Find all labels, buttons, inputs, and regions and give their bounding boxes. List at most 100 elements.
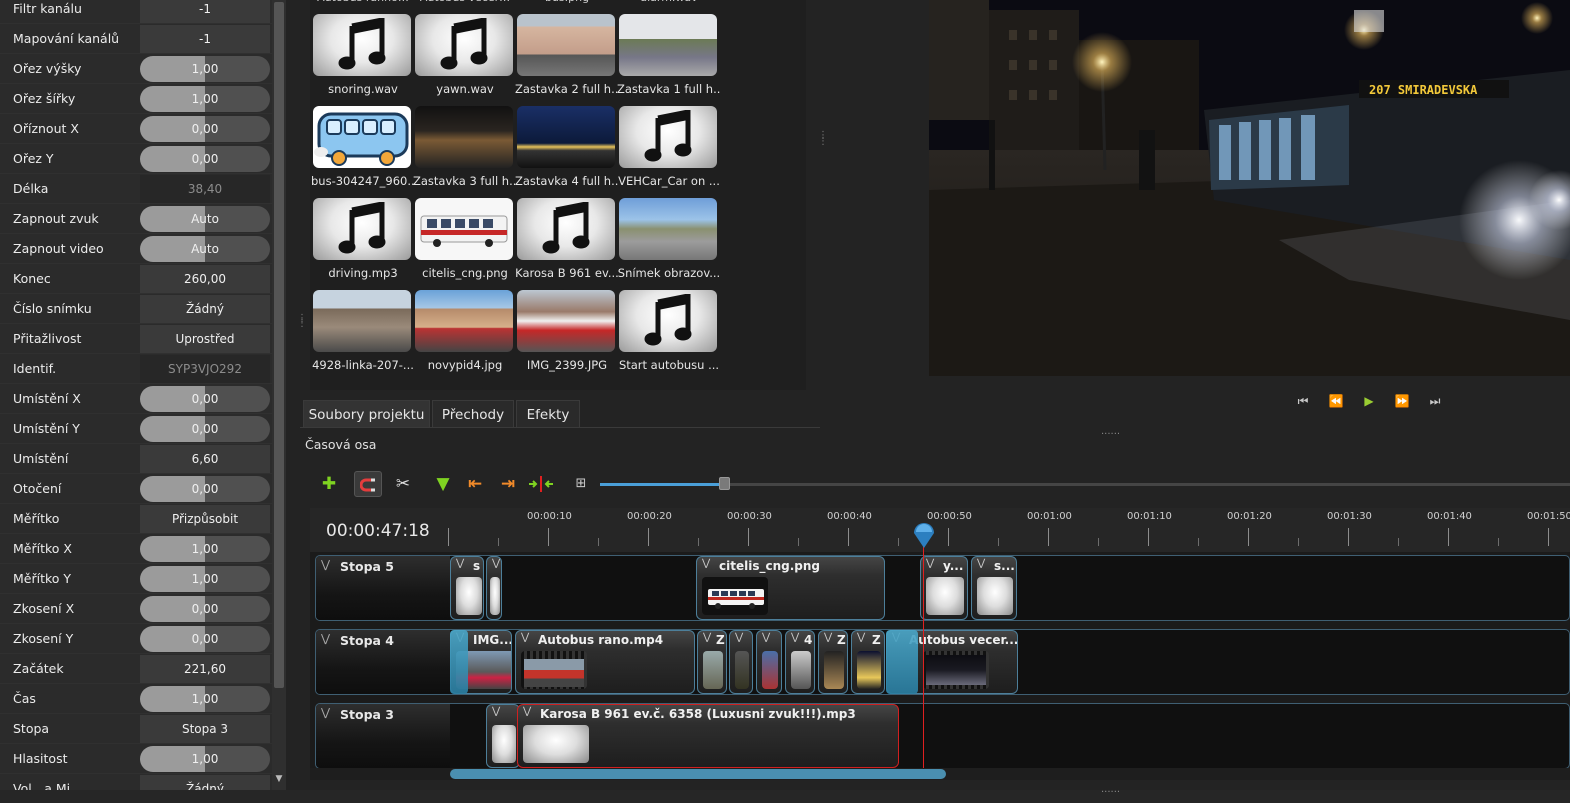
property-row[interactable]: Ořez šířky 1,00 bbox=[0, 84, 272, 114]
files-preview-splitter[interactable]: ⋮ ⋮ bbox=[818, 131, 828, 147]
property-row[interactable]: Umístění X 0,00 bbox=[0, 384, 272, 414]
file-item[interactable]: 4928-linka-207-... bbox=[312, 290, 414, 380]
fast-forward-icon[interactable]: ⏩ bbox=[1392, 392, 1412, 410]
file-name-partial[interactable]: Autobus ranno… bbox=[313, 0, 413, 4]
chevron-down-icon[interactable]: ⋁ bbox=[492, 706, 500, 717]
tab-effects[interactable]: Efekty bbox=[516, 400, 580, 428]
chevron-down-icon[interactable]: ⋁ bbox=[977, 558, 985, 569]
property-row[interactable]: Ořez Y 0,00 bbox=[0, 144, 272, 174]
file-item[interactable]: VEHCar_Car on ... bbox=[618, 106, 720, 196]
add-marker-icon[interactable]: ▼ bbox=[429, 471, 457, 497]
file-item[interactable]: Zastavka 4 full h... bbox=[515, 106, 619, 196]
jump-start-icon[interactable]: ⏮ bbox=[1293, 392, 1313, 410]
chevron-down-icon[interactable]: ⋁ bbox=[702, 558, 710, 569]
transition-block[interactable] bbox=[886, 630, 918, 694]
properties-scrollbar[interactable] bbox=[272, 0, 286, 790]
property-row[interactable]: Čas 1,00 bbox=[0, 684, 272, 714]
tab-transitions[interactable]: Přechody bbox=[432, 400, 514, 428]
property-row[interactable]: Zapnout video Auto bbox=[0, 234, 272, 264]
properties-scroll-thumb[interactable] bbox=[274, 2, 284, 688]
timeline-scroll-thumb[interactable] bbox=[450, 769, 946, 779]
property-row[interactable]: Měřítko Y 1,00 bbox=[0, 564, 272, 594]
clip-z2[interactable]: ⋁ bbox=[729, 630, 753, 694]
file-item[interactable]: Zastavka 2 full h... bbox=[515, 14, 619, 104]
property-row[interactable]: Otočení 0,00 bbox=[0, 474, 272, 504]
file-name-partial[interactable]: alarm.wav bbox=[619, 0, 719, 4]
zoom-slider-handle[interactable] bbox=[719, 477, 730, 490]
file-item[interactable]: driving.mp3 bbox=[313, 198, 413, 288]
chevron-down-icon[interactable]: ⋁ bbox=[703, 632, 711, 643]
chevron-down-icon[interactable]: ⋁ bbox=[735, 632, 743, 643]
play-icon[interactable]: ▶ bbox=[1359, 392, 1379, 410]
property-row[interactable]: Hlasitost 1,00 bbox=[0, 744, 272, 774]
timeline-ruler[interactable]: 00:00:47:18 00:00:10 00:00:20 00:00:30 00:0… bbox=[310, 508, 1570, 552]
clip-z4[interactable]: ⋁ Z bbox=[818, 630, 848, 694]
zoom-slider-track[interactable] bbox=[600, 483, 724, 486]
clip-audio-small[interactable]: ⋁ bbox=[486, 704, 520, 768]
property-row[interactable]: Filtr kanálu -1 bbox=[0, 0, 272, 24]
clip-4[interactable]: ⋁ 4 bbox=[785, 630, 815, 694]
clip-z3[interactable]: ⋁ bbox=[756, 630, 782, 694]
property-row[interactable]: Číslo snímku Žádný bbox=[0, 294, 272, 324]
transition-block[interactable] bbox=[450, 630, 468, 694]
file-name-partial[interactable]: bus.png bbox=[517, 0, 617, 4]
chevron-down-icon[interactable]: ⋁ bbox=[926, 558, 934, 569]
track-stopa-3[interactable]: ⋁ Stopa 3 ⋁ ⋁ Karosa B 961 ev.č. 6358 (L… bbox=[315, 703, 1570, 769]
property-row[interactable]: Měřítko X 1,00 bbox=[0, 534, 272, 564]
tab-project-files[interactable]: Soubory projektu bbox=[303, 400, 430, 428]
file-name-partial[interactable]: Autobus vecer… bbox=[415, 0, 515, 4]
property-row[interactable]: Zkosení Y 0,00 bbox=[0, 624, 272, 654]
jump-end-icon[interactable]: ⏭ bbox=[1425, 392, 1445, 410]
property-row[interactable]: Mapování kanálů -1 bbox=[0, 24, 272, 54]
snapping-magnet-icon[interactable] bbox=[354, 471, 382, 497]
file-item[interactable]: bus-304247_960... bbox=[311, 106, 415, 196]
property-row[interactable]: Začátek 221,60 bbox=[0, 654, 272, 684]
clip-yawn[interactable]: ⋁ y... bbox=[920, 556, 968, 620]
property-row[interactable]: Ořez výšky 1,00 bbox=[0, 54, 272, 84]
previous-marker-icon[interactable]: ⇤ bbox=[461, 471, 489, 497]
add-track-icon[interactable]: ✚ bbox=[315, 471, 343, 497]
chevron-down-icon[interactable]: ⋁ bbox=[321, 558, 330, 571]
file-item[interactable]: snoring.wav bbox=[313, 14, 413, 104]
file-item[interactable]: Zastavka 3 full h... bbox=[413, 106, 517, 196]
property-row[interactable]: Identif. SYP3VJO292 bbox=[0, 354, 272, 384]
chevron-down-icon[interactable]: ⋁ bbox=[492, 558, 500, 569]
clip-citelis[interactable]: ⋁ citelis_cng.png bbox=[696, 556, 885, 620]
rewind-icon[interactable]: ⏪ bbox=[1326, 392, 1346, 410]
next-marker-icon[interactable]: ⇥ bbox=[494, 471, 522, 497]
razor-scissors-icon[interactable]: ✂ bbox=[389, 471, 417, 497]
clip-snoring-2[interactable]: ⋁ s... bbox=[971, 556, 1017, 620]
zoom-fit-icon[interactable]: ⊞ bbox=[567, 471, 595, 497]
chevron-down-icon[interactable]: ⋁ bbox=[857, 632, 865, 643]
chevron-down-icon[interactable]: ⋁ bbox=[791, 632, 799, 643]
chevron-down-icon[interactable]: ⋁ bbox=[523, 706, 531, 717]
clip-autobus-rano[interactable]: ⋁ Autobus rano.mp4 bbox=[515, 630, 695, 694]
chevron-down-icon[interactable]: ⋁ bbox=[321, 706, 330, 719]
chevron-down-icon[interactable]: ⋁ bbox=[521, 632, 529, 643]
dock-handle[interactable]: ...... bbox=[1101, 426, 1120, 437]
track-stopa-4[interactable]: ⋁ Stopa 4 ⋁ IMG... ⋁ Autobus rano.mp4 ⋁ … bbox=[315, 629, 1570, 695]
property-row[interactable]: Konec 260,00 bbox=[0, 264, 272, 294]
clip-audio[interactable]: ⋁ bbox=[486, 556, 502, 620]
file-item[interactable]: novypid4.jpg bbox=[415, 290, 515, 380]
property-row[interactable]: Umístění 6,60 bbox=[0, 444, 272, 474]
clip-karosa-selected[interactable]: ⋁ Karosa B 961 ev.č. 6358 (Luxusni zvuk!… bbox=[517, 704, 899, 768]
clip-z1[interactable]: ⋁ Z bbox=[697, 630, 727, 694]
file-item[interactable]: citelis_cng.png bbox=[415, 198, 515, 288]
center-on-playhead-icon[interactable] bbox=[527, 471, 555, 497]
property-row[interactable]: Měřítko Přizpůsobit bbox=[0, 504, 272, 534]
scroll-down-arrow-icon[interactable]: ▼ bbox=[272, 772, 286, 786]
track-stopa-5[interactable]: ⋁ Stopa 5 ⋁ s ⋁ ⋁ citelis_cng.png ⋁ y...… bbox=[315, 555, 1570, 621]
chevron-down-icon[interactable]: ⋁ bbox=[321, 632, 330, 645]
chevron-down-icon[interactable]: ⋁ bbox=[824, 632, 832, 643]
file-item[interactable]: Zastavka 1 full h... bbox=[617, 14, 721, 104]
file-item[interactable]: IMG_2399.JPG bbox=[517, 290, 617, 380]
file-item[interactable]: Snímek obrazov... bbox=[618, 198, 720, 288]
panel-splitter-handle[interactable]: ⋮ ⋮ bbox=[297, 314, 307, 329]
file-item[interactable]: yawn.wav bbox=[415, 14, 515, 104]
property-row[interactable]: Přitažlivost Uprostřed bbox=[0, 324, 272, 354]
zoom-slider-rest[interactable] bbox=[724, 483, 1570, 486]
property-row[interactable]: Umístění Y 0,00 bbox=[0, 414, 272, 444]
file-item[interactable]: Start autobusu ... bbox=[619, 290, 719, 380]
property-row[interactable]: Zkosení X 0,00 bbox=[0, 594, 272, 624]
